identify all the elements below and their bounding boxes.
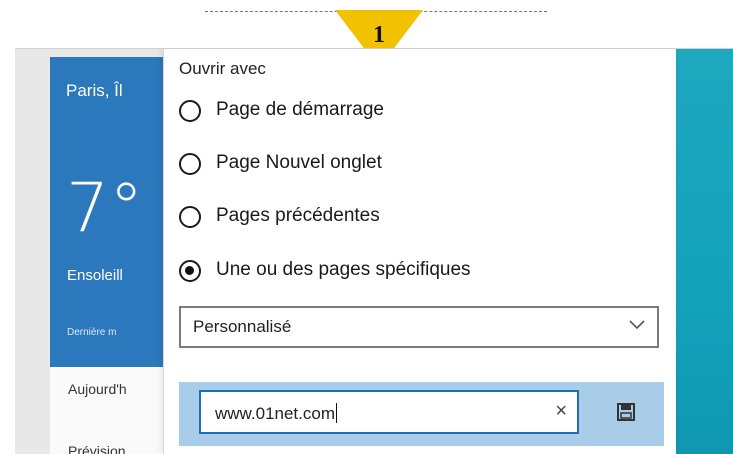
open-with-label: Ouvrir avec [179, 59, 266, 78]
settings-panel: Ouvrir avec Page de démarrage Page Nouve… [163, 49, 676, 454]
dropdown-value: Personnalisé [193, 317, 292, 336]
step-number: 1 [373, 22, 385, 48]
radio-selected-dot [185, 266, 194, 275]
start-pages-dropdown[interactable]: Personnalisé [179, 306, 659, 348]
radio-label: Page Nouvel onglet [216, 152, 382, 173]
weather-temperature: 7° [66, 169, 144, 248]
url-input-value: www.01net.com [215, 403, 337, 423]
app-screen: Paris, Îl 7° Ensoleill Dernière m Aujour… [15, 48, 733, 454]
save-icon[interactable] [616, 402, 636, 422]
background-image [675, 49, 733, 454]
chevron-down-icon [629, 320, 645, 330]
close-icon[interactable]: × [555, 401, 567, 421]
url-input[interactable]: www.01net.com × [199, 390, 579, 434]
radio-button[interactable] [179, 153, 201, 175]
radio-button[interactable] [179, 206, 201, 228]
radio-label: Une ou des pages spécifiques [216, 259, 471, 280]
weather-condition: Ensoleill [67, 267, 123, 284]
news-list: Aujourd'h Prévision [50, 367, 168, 454]
weather-tile[interactable]: Paris, Îl 7° Ensoleill Dernière m [50, 57, 168, 367]
url-entry-row: www.01net.com × [179, 382, 664, 446]
text-caret [336, 403, 337, 423]
radio-button[interactable] [179, 100, 201, 122]
radio-label: Pages précédentes [216, 205, 380, 226]
weather-city: Paris, Îl [66, 81, 123, 100]
radio-label: Page de démarrage [216, 99, 384, 120]
list-item-forecast[interactable]: Prévision [68, 443, 126, 454]
list-item-today[interactable]: Aujourd'h [68, 381, 127, 397]
weather-updated: Dernière m [67, 327, 117, 338]
radio-button-selected[interactable] [179, 260, 201, 282]
